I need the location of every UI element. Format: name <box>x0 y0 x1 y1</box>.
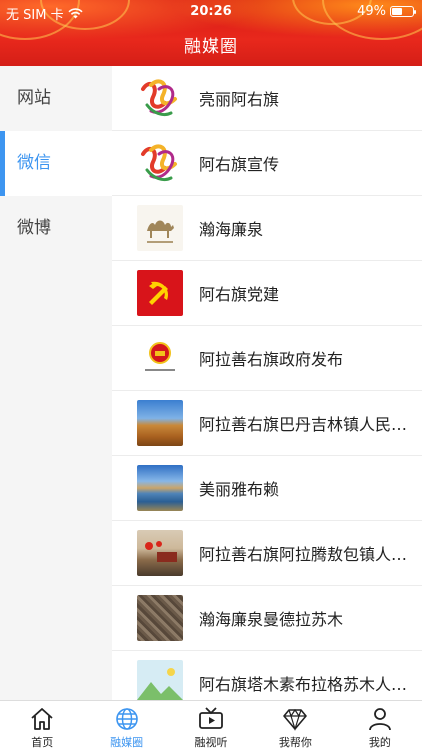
header-bar: 无 SIM 卡 20:26 49% 融媒圈 <box>0 0 422 66</box>
list-item-label: 阿右旗党建 <box>199 285 280 304</box>
camel-logo <box>137 205 183 251</box>
list-item[interactable]: 阿右旗党建 <box>112 261 422 326</box>
list-item[interactable]: 瀚海廉泉曼德拉苏木 <box>112 586 422 651</box>
diamond-icon <box>283 708 308 732</box>
tab-help[interactable]: 我帮你 <box>253 701 337 750</box>
battery-icon <box>390 6 416 17</box>
list-item-label: 阿右旗塔木素布拉格苏木人… <box>199 675 407 694</box>
placeholder-image <box>137 660 183 700</box>
rock-photo <box>137 595 183 641</box>
account-list: 亮丽阿右旗 阿右旗宣传 瀚海廉泉 阿右旗党建 阿拉善右旗政府发布 阿拉善右旗巴丹… <box>112 66 422 700</box>
list-item-label: 阿拉善右旗巴丹吉林镇人民… <box>199 415 407 434</box>
list-item[interactable]: 阿右旗宣传 <box>112 131 422 196</box>
list-item[interactable]: 亮丽阿右旗 <box>112 66 422 131</box>
tab-mine[interactable]: 我的 <box>338 701 422 750</box>
tv-icon <box>199 707 223 729</box>
sidebar-item-weibo[interactable]: 微博 <box>0 196 112 261</box>
list-item-label: 瀚海廉泉 <box>199 220 264 239</box>
list-item[interactable]: 阿拉善右旗巴丹吉林镇人民… <box>112 391 422 456</box>
tab-home[interactable]: 首页 <box>0 701 84 750</box>
tab-media-av[interactable]: 融视听 <box>169 701 253 750</box>
ribbon-logo <box>137 140 183 186</box>
page-title: 融媒圈 <box>184 37 238 57</box>
home-icon <box>31 708 53 730</box>
list-item-label: 亮丽阿右旗 <box>199 90 280 109</box>
list-item-label: 美丽雅布赖 <box>199 480 280 499</box>
list-item[interactable]: 阿拉善右旗阿拉腾敖包镇人… <box>112 521 422 586</box>
tab-label: 首页 <box>31 736 54 749</box>
town-photo <box>137 530 183 576</box>
battery-percent: 49% <box>357 4 386 19</box>
user-icon <box>368 708 391 731</box>
desert-photo <box>137 400 183 446</box>
list-item[interactable]: 阿右旗塔木素布拉格苏木人… <box>112 651 422 700</box>
status-bar: 无 SIM 卡 20:26 49% <box>0 2 422 23</box>
list-item-label: 阿拉善右旗阿拉腾敖包镇人… <box>199 545 407 564</box>
sidebar-item-wechat[interactable]: 微信 <box>0 131 112 196</box>
lake-photo <box>137 465 183 511</box>
tab-label: 我的 <box>368 736 391 749</box>
category-sidebar: 网站 微信 微博 <box>0 66 112 700</box>
list-item[interactable]: 瀚海廉泉 <box>112 196 422 261</box>
sidebar-item-label: 微信 <box>17 153 51 173</box>
list-item-label: 阿拉善右旗政府发布 <box>199 350 344 369</box>
list-item-label: 阿右旗宣传 <box>199 155 280 174</box>
list-item[interactable]: 阿拉善右旗政府发布 <box>112 326 422 391</box>
party-emblem <box>137 270 183 316</box>
sidebar-item-label: 微博 <box>17 218 51 238</box>
list-item[interactable]: 美丽雅布赖 <box>112 456 422 521</box>
tab-label: 融视听 <box>194 736 228 749</box>
list-item-label: 瀚海廉泉曼德拉苏木 <box>199 610 344 629</box>
sidebar-item-label: 网站 <box>17 88 51 108</box>
ribbon-logo <box>137 75 183 121</box>
tab-label: 融媒圈 <box>110 736 144 749</box>
tab-media-circle[interactable]: 融媒圈 <box>84 701 168 750</box>
sidebar-item-website[interactable]: 网站 <box>0 66 112 131</box>
bottom-tab-bar: 首页 融媒圈 融视听 我帮你 我的 <box>0 700 422 750</box>
globe-icon <box>115 708 138 730</box>
tab-label: 我帮你 <box>278 736 312 749</box>
national-emblem <box>137 335 183 381</box>
